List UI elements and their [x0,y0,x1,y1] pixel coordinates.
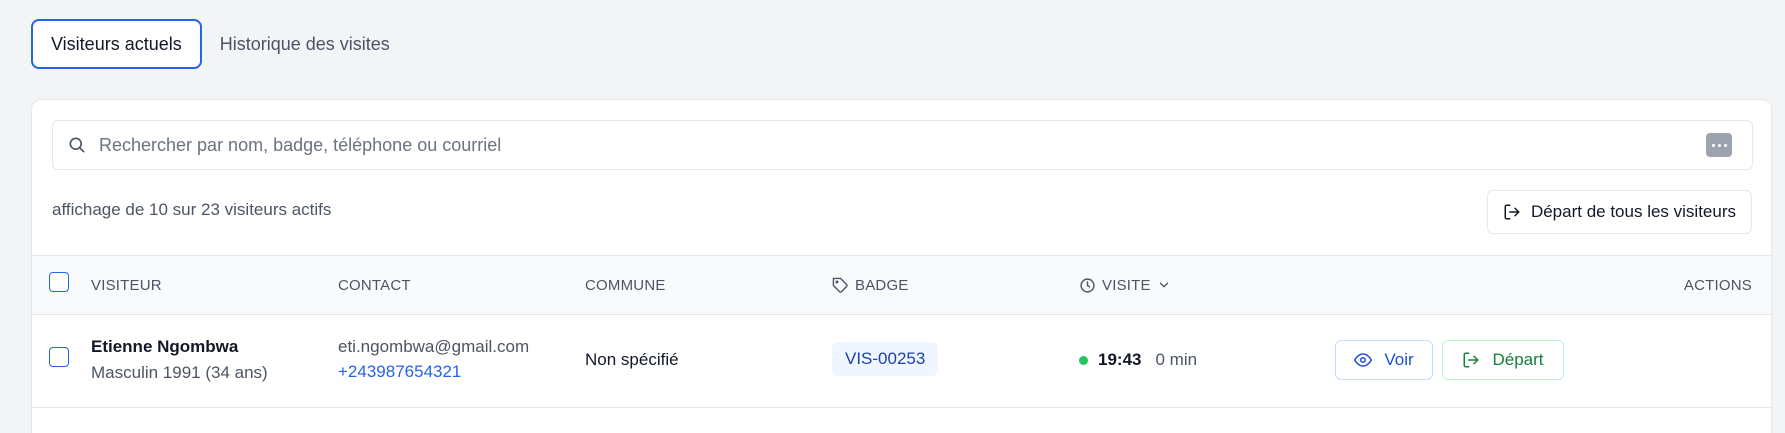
badge-cell: VIS-00253 [832,342,939,376]
clock-icon [1080,277,1095,293]
search-input[interactable] [99,121,1689,169]
visitors-card: affichage de 10 sur 23 visiteurs actifs … [31,99,1772,433]
visit-cell: 19:43 0 min [1079,350,1197,370]
visitor-tabs: Visiteurs actuels Historique des visites [31,19,408,69]
visitor-count-text: affichage de 10 sur 23 visiteurs actifs [52,200,332,219]
header-contact: CONTACT [338,256,411,314]
tab-visit-history[interactable]: Historique des visites [202,19,408,69]
view-button[interactable]: Voir [1335,340,1433,380]
header-visit-label: VISITE [1102,276,1151,294]
tag-icon [832,277,848,293]
header-badge-label: BADGE [855,276,909,294]
visit-time: 19:43 [1098,350,1142,369]
header-actions: ACTIONS [1684,256,1752,314]
chevron-down-icon [1159,282,1168,288]
visitor-name: Etienne Ngombwa [91,337,239,356]
header-badge: BADGE [832,256,909,314]
header-commune-label: COMMUNE [585,276,666,294]
row-checkbox[interactable] [49,347,69,367]
more-options-icon[interactable] [1706,133,1732,157]
visitor-details: Masculin 1991 (34 ans) [91,363,268,382]
header-contact-label: CONTACT [338,276,411,294]
header-visit-sort[interactable]: VISITE [1079,256,1171,314]
visitor-commune: Non spécifié [585,350,679,369]
checkout-button-label: Départ [1492,350,1544,369]
eye-icon [1354,353,1373,367]
tab-current-visitors[interactable]: Visiteurs actuels [31,19,202,69]
visitor-cell: Etienne Ngombwa Masculin 1991 (34 ans) [91,337,268,383]
checkout-all-button[interactable]: Départ de tous les visiteurs [1486,190,1752,234]
badge-number: VIS-00253 [832,342,939,376]
header-actions-label: ACTIONS [1683,276,1752,294]
view-button-label: Voir [1384,350,1414,369]
search-icon [69,137,85,153]
table-row: Etienne Ngombwa Masculin 1991 (34 ans) e… [32,316,1771,408]
visitor-phone-link[interactable]: +243987654321 [338,362,529,382]
header-visitor[interactable]: VISITEUR [91,256,162,314]
select-all-checkbox[interactable] [49,272,69,292]
checkout-button[interactable]: Départ [1442,340,1564,380]
contact-cell: eti.ngombwa@gmail.com +243987654321 [338,337,529,382]
visitor-email: eti.ngombwa@gmail.com [338,337,530,356]
checkout-all-label: Départ de tous les visiteurs [1530,202,1736,221]
table-header: VISITEUR CONTACT COMMUNE BADGE VISITE AC… [32,255,1771,315]
header-visitor-label: VISITEUR [91,276,162,294]
visit-duration: 0 min [1155,350,1198,369]
logout-icon [1463,352,1479,368]
logout-icon [1504,204,1520,220]
search-bar [52,120,1753,170]
header-commune: COMMUNE [585,256,666,314]
active-status-dot [1079,355,1088,365]
